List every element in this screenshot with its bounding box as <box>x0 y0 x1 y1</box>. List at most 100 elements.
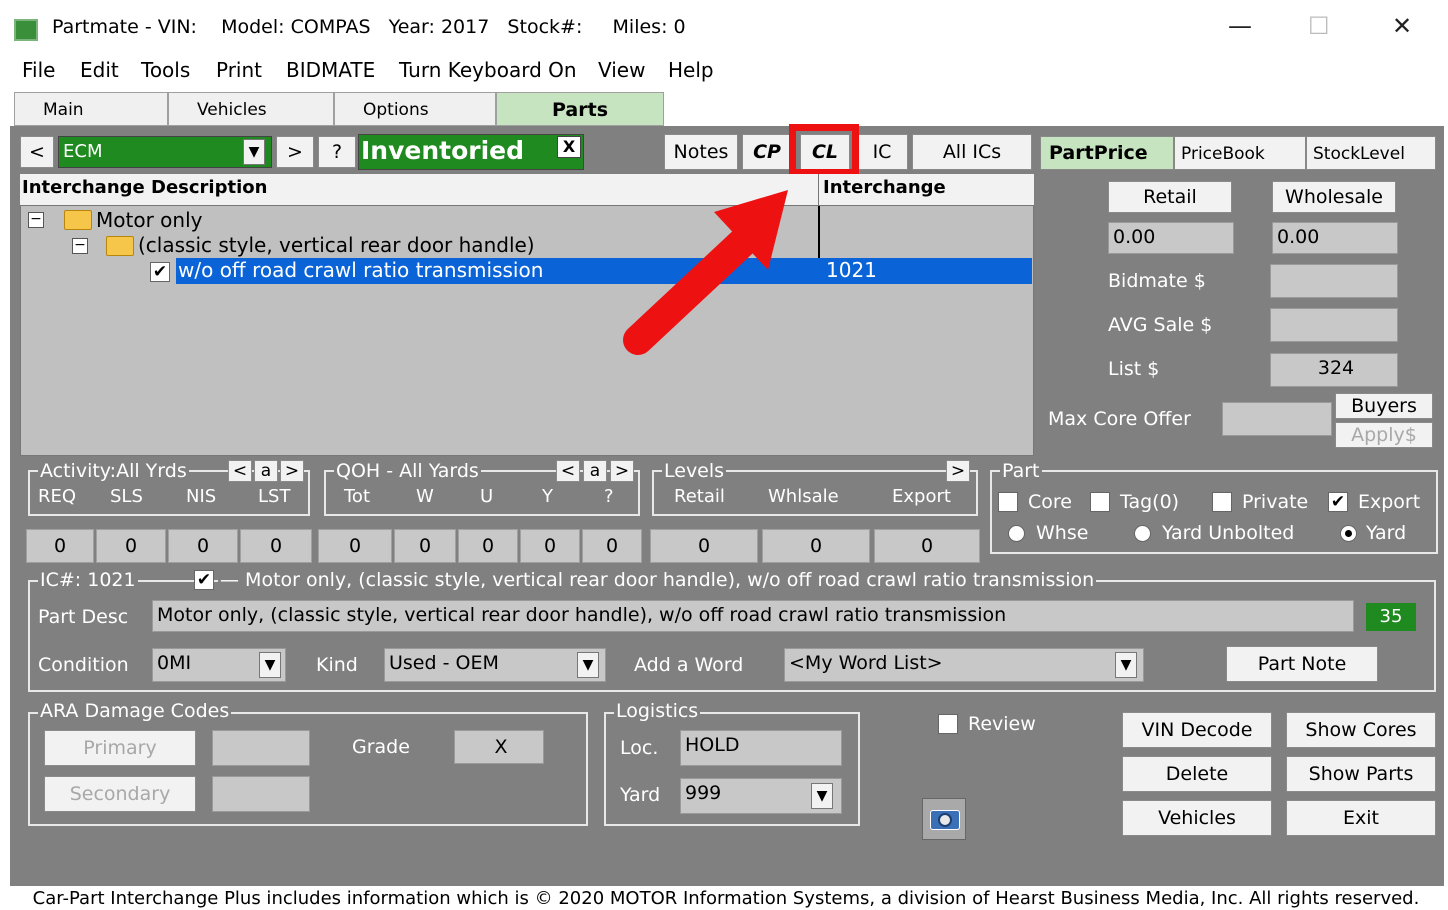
secondary-button[interactable]: Secondary <box>44 776 196 812</box>
chevron-down-icon[interactable]: ▼ <box>811 783 833 809</box>
activity-all-button[interactable]: a <box>254 460 278 482</box>
tree-row-style[interactable]: (classic style, vertical rear door handl… <box>138 233 535 257</box>
add-word-select[interactable]: <My Word List> ▼ <box>784 648 1144 682</box>
collapse-icon[interactable]: − <box>72 238 88 254</box>
prev-part-button[interactable]: < <box>20 136 54 168</box>
tree-row-ic[interactable]: 1021 <box>826 258 877 282</box>
secondary-field[interactable] <box>212 776 310 812</box>
max-core-field[interactable] <box>1222 402 1332 436</box>
wholesale-button[interactable]: Wholesale <box>1272 181 1396 213</box>
activity-next-button[interactable]: > <box>280 460 304 482</box>
part-note-button[interactable]: Part Note <box>1226 646 1378 682</box>
vehicles-button[interactable]: Vehicles <box>1122 800 1272 836</box>
yard-select[interactable]: 999 ▼ <box>680 778 842 814</box>
menu-keyboard[interactable]: Turn Keyboard On <box>399 58 577 82</box>
delete-button[interactable]: Delete <box>1122 756 1272 792</box>
help-button[interactable]: ? <box>318 136 356 168</box>
minimize-icon[interactable]: — <box>1228 12 1252 40</box>
retail-price-field[interactable]: 0.00 <box>1108 222 1234 254</box>
menu-edit[interactable]: Edit <box>80 58 119 82</box>
qoh-all-button[interactable]: a <box>583 460 607 482</box>
tree-row-motor[interactable]: Motor only <box>96 208 202 232</box>
review-checkbox[interactable] <box>938 714 958 734</box>
ic-checkbox[interactable]: ✔ <box>194 570 214 590</box>
exit-button[interactable]: Exit <box>1286 800 1436 836</box>
menu-bidmate[interactable]: BIDMATE <box>286 58 375 82</box>
primary-button[interactable]: Primary <box>44 730 196 766</box>
chevron-down-icon[interactable]: ▼ <box>259 652 281 678</box>
chevron-down-icon[interactable]: ▼ <box>243 139 265 165</box>
camera-icon[interactable] <box>922 798 966 840</box>
apply-button[interactable]: Apply$ <box>1335 422 1433 448</box>
status-text: Inventoried <box>361 136 525 165</box>
tab-parts[interactable]: Parts <box>496 92 664 126</box>
maximize-icon[interactable]: ☐ <box>1308 12 1330 40</box>
tab-stocklevel[interactable]: StockLevel <box>1306 136 1436 170</box>
ara-title: ARA Damage Codes <box>38 700 232 722</box>
y-value: 0 <box>520 529 580 563</box>
folder-icon <box>64 210 92 230</box>
logistics-title: Logistics <box>614 700 701 722</box>
max-core-label: Max Core Offer <box>1048 408 1191 430</box>
activity-prev-button[interactable]: < <box>228 460 252 482</box>
yard-radio[interactable] <box>1340 525 1357 542</box>
row-checkbox[interactable]: ✔ <box>150 262 170 282</box>
col-header-interchange[interactable]: Interchange <box>818 174 1034 206</box>
y-label: Y <box>542 486 553 507</box>
sls-label: SLS <box>110 486 143 507</box>
avg-sale-label: AVG Sale $ <box>1108 314 1213 336</box>
grade-field[interactable]: X <box>454 730 544 764</box>
menu-file[interactable]: File <box>22 58 55 82</box>
tab-main[interactable]: Main <box>14 92 168 126</box>
private-checkbox[interactable] <box>1212 492 1232 512</box>
tab-options[interactable]: Options <box>334 92 496 126</box>
chevron-down-icon[interactable]: ▼ <box>577 652 599 678</box>
vin-decode-button[interactable]: VIN Decode <box>1122 712 1272 748</box>
levels-next-button[interactable]: > <box>946 460 970 482</box>
tag-checkbox[interactable] <box>1090 492 1110 512</box>
kind-select[interactable]: Used - OEM ▼ <box>384 648 606 682</box>
qoh-prev-button[interactable]: < <box>556 460 580 482</box>
tree-row-transmission[interactable]: w/o off road crawl ratio transmission <box>178 258 543 282</box>
export-checkbox[interactable]: ✔ <box>1328 492 1348 512</box>
part-desc-label: Part Desc <box>38 606 129 628</box>
part-desc-field[interactable]: Motor only, (classic style, vertical rea… <box>152 600 1354 632</box>
cp-button[interactable]: CP <box>742 134 792 170</box>
tab-partprice[interactable]: PartPrice <box>1040 136 1174 170</box>
ic-button[interactable]: IC <box>856 134 908 170</box>
buyers-button[interactable]: Buyers <box>1335 393 1433 419</box>
whse-radio[interactable] <box>1008 525 1025 542</box>
menu-view[interactable]: View <box>598 58 645 82</box>
menu-print[interactable]: Print <box>216 58 262 82</box>
retail-button[interactable]: Retail <box>1108 181 1232 213</box>
primary-field[interactable] <box>212 730 310 766</box>
condition-select[interactable]: 0MI ▼ <box>152 648 286 682</box>
close-icon[interactable]: ✕ <box>1392 12 1412 40</box>
notes-button[interactable]: Notes <box>664 134 738 170</box>
show-parts-button[interactable]: Show Parts <box>1286 756 1436 792</box>
tab-pricebook[interactable]: PriceBook <box>1174 136 1306 170</box>
chevron-down-icon[interactable]: ▼ <box>1115 652 1137 678</box>
next-part-button[interactable]: > <box>276 136 314 168</box>
lst-value: 0 <box>240 529 312 563</box>
menu-tools[interactable]: Tools <box>141 58 190 82</box>
lst-label: LST <box>258 486 291 507</box>
yard-unbolted-radio[interactable] <box>1134 525 1151 542</box>
wholesale-price-field[interactable]: 0.00 <box>1272 222 1398 254</box>
status-close-button[interactable]: X <box>557 136 581 158</box>
status-badge: Inventoried X <box>358 134 584 170</box>
highlight-box <box>789 124 859 176</box>
menu-help[interactable]: Help <box>668 58 714 82</box>
loc-field[interactable]: HOLD <box>680 730 842 766</box>
bidmate-field <box>1270 264 1398 298</box>
show-cores-button[interactable]: Show Cores <box>1286 712 1436 748</box>
collapse-icon[interactable]: − <box>28 212 44 228</box>
qoh-next-button[interactable]: > <box>610 460 634 482</box>
levels-whlsale-value: 0 <box>762 529 870 563</box>
all-ics-button[interactable]: All ICs <box>912 134 1032 170</box>
levels-whlsale-label: Whlsale <box>768 486 839 507</box>
core-checkbox[interactable] <box>998 492 1018 512</box>
part-type-select[interactable]: ECM ▼ <box>58 136 272 168</box>
window-title: Partmate - VIN: Model: COMPAS Year: 2017… <box>52 16 686 38</box>
tab-vehicles[interactable]: Vehicles <box>168 92 334 126</box>
